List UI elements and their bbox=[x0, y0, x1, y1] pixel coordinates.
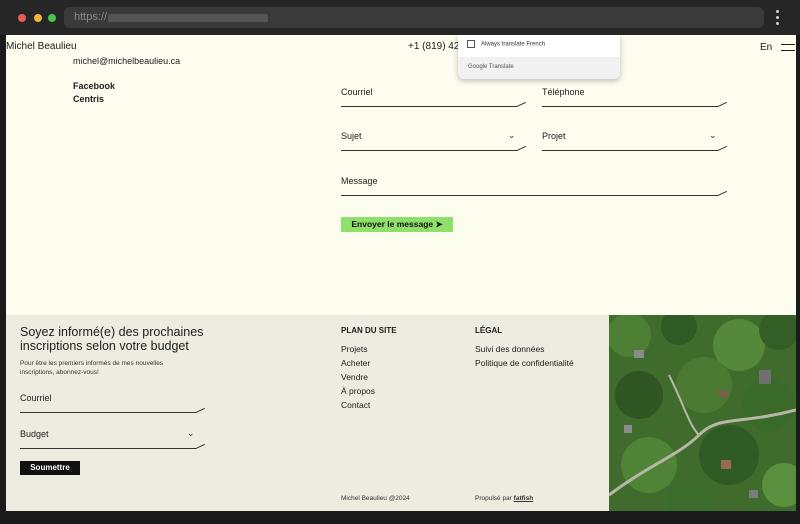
url-redacted bbox=[108, 14, 268, 22]
email-field-label: Courriel bbox=[341, 87, 373, 97]
subject-select-label: Sujet bbox=[341, 131, 362, 141]
newsletter-title: Soyez informé(e) des prochaines inscript… bbox=[20, 325, 204, 353]
phone-field-label: Téléphone bbox=[542, 87, 585, 97]
browser-menu-icon[interactable] bbox=[776, 10, 780, 26]
translate-popup: Always translate French Google Translate bbox=[458, 35, 620, 79]
newsletter-subtitle: Pour être les premiers informés de mes n… bbox=[20, 360, 164, 376]
project-select[interactable]: Projet ⌄ bbox=[542, 130, 728, 151]
powered-by-label: Propulsé par bbox=[475, 495, 512, 502]
budget-select[interactable]: Budget ⌄ bbox=[20, 428, 206, 449]
footer-link-a-propos[interactable]: À propos bbox=[341, 386, 375, 396]
message-field-label: Message bbox=[341, 176, 378, 186]
newsletter-email-label: Courriel bbox=[20, 393, 52, 403]
footer-link-acheter[interactable]: Acheter bbox=[341, 358, 370, 368]
subject-select[interactable]: Sujet ⌄ bbox=[341, 130, 527, 151]
project-select-label: Projet bbox=[542, 131, 566, 141]
centris-link[interactable]: Centris bbox=[73, 94, 104, 104]
powered-by: Propulsé par fatfish bbox=[475, 495, 533, 502]
chevron-down-icon: ⌄ bbox=[709, 130, 717, 140]
minimize-window-icon[interactable] bbox=[34, 14, 42, 22]
maximize-window-icon[interactable] bbox=[48, 14, 56, 22]
browser-toolbar: https:// bbox=[0, 0, 800, 35]
aerial-photo bbox=[609, 315, 796, 511]
footer-link-privacy[interactable]: Politique de confidentialité bbox=[475, 358, 574, 368]
legal-heading: LÉGAL bbox=[475, 326, 503, 335]
chevron-down-icon: ⌄ bbox=[187, 428, 195, 438]
site-plan-heading: PLAN DU SITE bbox=[341, 326, 397, 335]
web-page: Michel Beaulieu +1 (819) 425 En michel@m… bbox=[6, 35, 796, 511]
site-brand[interactable]: Michel Beaulieu bbox=[6, 41, 77, 52]
footer-link-projets[interactable]: Projets bbox=[341, 344, 367, 354]
send-message-label: Envoyer le message bbox=[351, 219, 434, 229]
footer-link-data-tracking[interactable]: Suivi des données bbox=[475, 344, 544, 354]
close-window-icon[interactable] bbox=[18, 14, 26, 22]
email-field[interactable]: Courriel bbox=[341, 87, 527, 107]
address-bar[interactable]: https:// bbox=[64, 7, 764, 28]
language-switch[interactable]: En bbox=[760, 42, 772, 53]
always-translate-label: Always translate French bbox=[481, 41, 546, 48]
newsletter-email-field[interactable]: Courriel bbox=[20, 393, 206, 413]
header-phone[interactable]: +1 (819) 425 bbox=[408, 41, 465, 52]
contact-email[interactable]: michel@michelbeaulieu.ca bbox=[73, 56, 180, 66]
send-icon: ➤ bbox=[435, 219, 443, 229]
message-field[interactable]: Message bbox=[341, 176, 729, 196]
send-message-button[interactable]: Envoyer le message ➤ bbox=[341, 217, 453, 232]
chevron-down-icon: ⌄ bbox=[508, 130, 516, 140]
always-translate-option[interactable]: Always translate French bbox=[467, 40, 545, 48]
facebook-link[interactable]: Facebook bbox=[73, 81, 115, 91]
subscribe-button[interactable]: Soumettre bbox=[20, 461, 80, 475]
site-footer: Soyez informé(e) des prochaines inscript… bbox=[6, 315, 796, 511]
footer-link-contact[interactable]: Contact bbox=[341, 400, 370, 410]
phone-field[interactable]: Téléphone bbox=[542, 87, 728, 107]
budget-select-label: Budget bbox=[20, 429, 49, 439]
copyright: Michel Beaulieu @2024 bbox=[341, 495, 410, 502]
url-protocol: https:// bbox=[74, 11, 108, 23]
google-translate-footer: Google Translate bbox=[458, 57, 620, 79]
hamburger-menu-icon[interactable] bbox=[781, 44, 795, 51]
checkbox-icon[interactable] bbox=[467, 40, 475, 48]
footer-link-vendre[interactable]: Vendre bbox=[341, 372, 368, 382]
fatfish-link[interactable]: fatfish bbox=[514, 495, 534, 502]
